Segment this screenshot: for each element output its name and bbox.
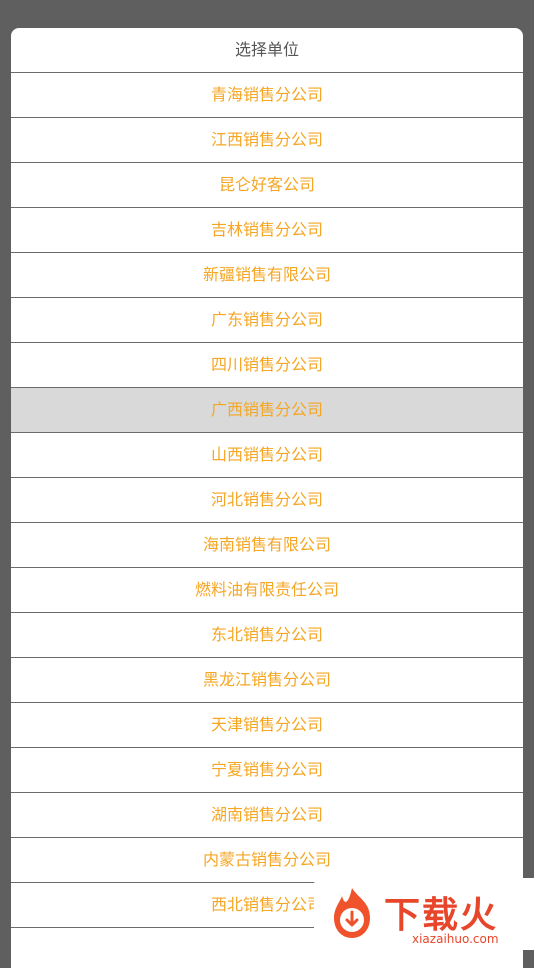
- option-item[interactable]: 天津销售分公司: [11, 703, 523, 748]
- option-item[interactable]: 昆仑好客公司: [11, 163, 523, 208]
- option-item[interactable]: 湖南销售分公司: [11, 793, 523, 838]
- option-item[interactable]: 黑龙江销售分公司: [11, 658, 523, 703]
- option-item-selected[interactable]: 广西销售分公司: [11, 388, 523, 433]
- watermark-text: 下载火: [384, 895, 499, 936]
- unit-picker-sheet: 选择单位 青海销售分公司 江西销售分公司 昆仑好客公司 吉林销售分公司 新疆销售…: [11, 28, 523, 968]
- option-item[interactable]: 青海销售分公司: [11, 73, 523, 118]
- option-item[interactable]: 宁夏销售分公司: [11, 748, 523, 793]
- option-item[interactable]: 河北销售分公司: [11, 478, 523, 523]
- option-item[interactable]: 海南销售有限公司: [11, 523, 523, 568]
- flame-download-icon: [334, 888, 370, 938]
- sheet-title: 选择单位: [11, 28, 523, 73]
- option-item[interactable]: 广东销售分公司: [11, 298, 523, 343]
- watermark-logo: 下载火 xiazaihuo.com: [314, 878, 534, 950]
- option-item[interactable]: 吉林销售分公司: [11, 208, 523, 253]
- option-item[interactable]: 燃料油有限责任公司: [11, 568, 523, 613]
- option-item[interactable]: 东北销售分公司: [11, 613, 523, 658]
- option-item[interactable]: 新疆销售有限公司: [11, 253, 523, 298]
- watermark-url: xiazaihuo.com: [412, 932, 499, 946]
- option-item[interactable]: 内蒙古销售分公司: [11, 838, 523, 883]
- option-item[interactable]: 江西销售分公司: [11, 118, 523, 163]
- option-item[interactable]: 四川销售分公司: [11, 343, 523, 388]
- option-item[interactable]: 山西销售分公司: [11, 433, 523, 478]
